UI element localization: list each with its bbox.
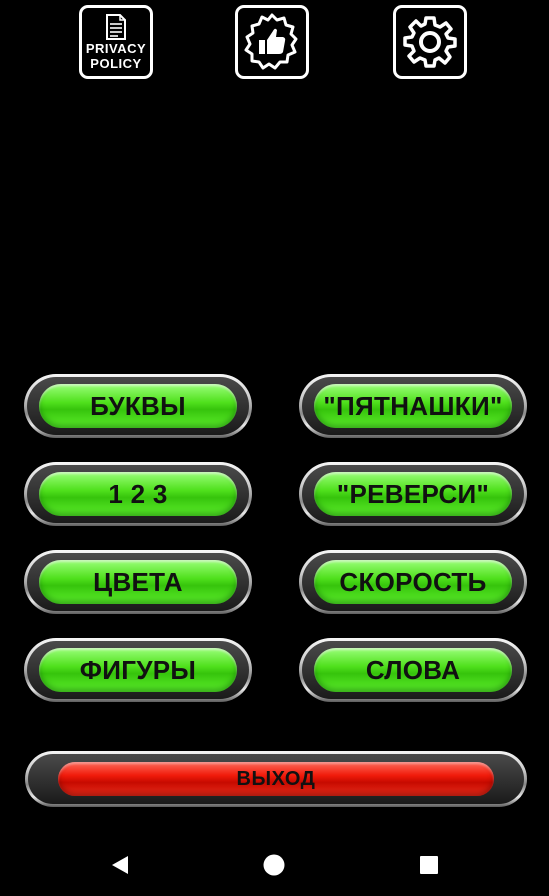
circle-home-icon — [263, 854, 285, 876]
privacy-line1: PRIVACY — [85, 40, 147, 56]
thumbs-up-badge-icon — [244, 13, 298, 70]
exit-label: ВЫХОД — [236, 767, 316, 790]
privacy-policy-label: PRIVACY POLICY — [85, 13, 147, 71]
reversi-label: "РЕВЕРСИ" — [336, 478, 490, 509]
nav-home-button[interactable] — [261, 852, 287, 878]
exit-button[interactable]: ВЫХОД — [25, 751, 527, 807]
triangle-back-icon — [112, 856, 128, 874]
letters-button[interactable]: БУКВЫ — [24, 374, 252, 438]
colors-button[interactable]: ЦВЕТА — [24, 550, 252, 614]
letters-label: БУКВЫ — [90, 390, 186, 421]
words-button[interactable]: СЛОВА — [299, 638, 527, 702]
settings-button[interactable] — [393, 5, 467, 79]
reversi-button[interactable]: "РЕВЕРСИ" — [299, 462, 527, 526]
words-label: СЛОВА — [365, 654, 461, 685]
gear-icon — [403, 16, 457, 68]
shapes-button[interactable]: ФИГУРЫ — [24, 638, 252, 702]
square-recents-icon — [420, 856, 438, 874]
nav-recents-button[interactable] — [416, 852, 442, 878]
shapes-label: ФИГУРЫ — [79, 654, 197, 685]
speed-label: СКОРОСТЬ — [339, 566, 487, 597]
privacy-line2: POLICY — [90, 55, 142, 71]
rate-app-button[interactable] — [235, 5, 309, 79]
document-icon — [105, 13, 126, 40]
numbers-button[interactable]: 1 2 3 — [24, 462, 252, 526]
numbers-label: 1 2 3 — [108, 478, 168, 509]
fifteen-puzzle-label: "ПЯТНАШКИ" — [323, 390, 503, 421]
fifteen-puzzle-button[interactable]: "ПЯТНАШКИ" — [299, 374, 527, 438]
privacy-policy-button[interactable]: PRIVACY POLICY — [79, 5, 153, 79]
nav-back-button[interactable] — [107, 852, 133, 878]
speed-button[interactable]: СКОРОСТЬ — [299, 550, 527, 614]
colors-label: ЦВЕТА — [93, 566, 183, 597]
